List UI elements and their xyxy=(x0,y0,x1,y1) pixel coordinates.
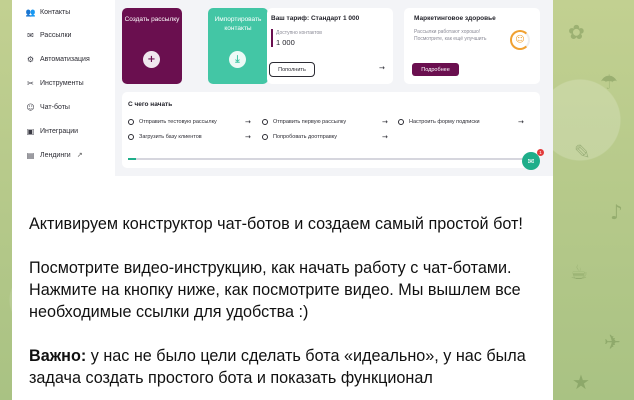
step-upload-base[interactable]: Загрузить базу клиентов xyxy=(128,134,202,140)
sidebar-item-label: Рассылки xyxy=(40,31,72,39)
step-dot-icon xyxy=(128,119,134,125)
step-label: Настроить форму подписки xyxy=(409,119,480,125)
sidebar-item-landings[interactable]: ▤ Лендинги ↗ xyxy=(26,148,83,162)
health-gauge-icon: ☺ xyxy=(510,30,530,50)
sidebar-item-integrations[interactable]: ▣ Интеграции xyxy=(26,124,78,138)
doodle-icon: ☂ xyxy=(600,70,618,94)
step-resend[interactable]: Попробовать доотправку xyxy=(262,134,337,140)
contacts-icon: 👥 xyxy=(25,7,36,17)
sidebar-item-contacts[interactable]: 👥 Контакты xyxy=(25,5,71,19)
sidebar-item-label: Лендинги xyxy=(40,151,71,159)
doodle-icon: ☕ xyxy=(570,260,588,284)
step-label: Отправить тестовую рассылку xyxy=(139,119,217,125)
doodle-icon: ✿ xyxy=(568,20,585,44)
step-dot-icon xyxy=(262,119,268,125)
tariff-accent-bar xyxy=(271,29,273,47)
tariff-available-value: 1 000 xyxy=(276,38,295,47)
topup-button[interactable]: Пополнить xyxy=(269,62,315,77)
message-paragraph: Активируем конструктор чат-ботов и созда… xyxy=(29,215,523,233)
arrow-right-icon[interactable]: → xyxy=(518,118,524,126)
sidebar-item-label: Инструменты xyxy=(40,79,84,87)
mail-icon: ✉ xyxy=(27,30,34,40)
plus-icon: + xyxy=(143,51,160,68)
arrow-right-icon[interactable]: → xyxy=(382,133,388,141)
sidebar-item-automation[interactable]: ⚙ Автоматизация xyxy=(26,52,90,66)
tile-label: Создать рассылку xyxy=(124,16,180,23)
progress-fill xyxy=(128,158,136,160)
step-dot-icon xyxy=(262,134,268,140)
important-text: у нас не было цели сделать бота «идеальн… xyxy=(29,347,526,387)
step-label: Загрузить базу клиентов xyxy=(139,134,202,140)
embedded-screenshot[interactable]: 👥 Контакты ✉ Рассылки ⚙ Автоматизация ✂ … xyxy=(12,0,553,176)
sidebar-item-label: Контакты xyxy=(40,8,71,16)
doodle-icon: ✈ xyxy=(604,330,621,354)
sidebar-item-label: Чат-боты xyxy=(40,103,70,111)
automation-icon: ⚙ xyxy=(26,54,35,64)
health-text: Рассылки работают хорошо! Посмотрите, ка… xyxy=(414,29,487,42)
details-button[interactable]: Подробнее xyxy=(412,63,459,76)
message-paragraph: Посмотрите видео-инструкцию, как начать … xyxy=(29,259,521,321)
download-icon: ⤓ xyxy=(229,51,246,68)
health-title: Маркетинговое здоровье xyxy=(414,15,496,22)
step-dot-icon xyxy=(398,119,404,125)
arrow-right-icon[interactable]: → xyxy=(245,118,251,126)
step-first-mailing[interactable]: Отправить первую рассылку xyxy=(262,119,346,125)
notification-badge: 1 xyxy=(537,149,544,156)
chatbot-icon: ☺ xyxy=(26,102,35,112)
marketing-health-card: Маркетинговое здоровье Рассылки работают… xyxy=(404,8,540,84)
sidebar-item-tools[interactable]: ✂ Инструменты xyxy=(26,76,84,90)
getting-started-title: С чего начать xyxy=(128,101,173,108)
tariff-title: Ваш тариф: Стандарт 1 000 xyxy=(271,15,360,22)
step-label: Отправить первую рассылку xyxy=(273,119,347,125)
message-bubble: 👥 Контакты ✉ Рассылки ⚙ Автоматизация ✂ … xyxy=(12,0,553,400)
sidebar-item-chatbots[interactable]: ☺ Чат-боты xyxy=(26,100,70,114)
important-label: Важно: xyxy=(29,347,87,365)
sidebar-item-label: Интеграции xyxy=(40,127,79,135)
import-contacts-tile[interactable]: Импортировать контакты ⤓ xyxy=(208,8,268,84)
external-link-icon: ↗ xyxy=(76,151,83,159)
arrow-right-icon[interactable]: → xyxy=(382,118,388,126)
message-text: Активируем конструктор чат-ботов и созда… xyxy=(29,213,544,400)
arrow-right-icon[interactable]: → xyxy=(245,133,251,141)
arrow-right-icon[interactable]: → xyxy=(379,64,385,72)
sidebar: 👥 Контакты ✉ Рассылки ⚙ Автоматизация ✂ … xyxy=(12,0,115,176)
message-paragraph: Важно: у нас не было цели сделать бота «… xyxy=(29,345,544,389)
step-label: Попробовать доотправку xyxy=(273,134,337,140)
step-dot-icon xyxy=(128,134,134,140)
integrations-icon: ▣ xyxy=(26,126,35,136)
sidebar-item-mailings[interactable]: ✉ Рассылки xyxy=(26,28,71,42)
step-test-mailing[interactable]: Отправить тестовую рассылку xyxy=(128,119,217,125)
tariff-available-label: Доступно контактов xyxy=(276,30,322,36)
getting-started-card: С чего начать Отправить тестовую рассылк… xyxy=(122,92,540,168)
tile-label: Импортировать контакты xyxy=(214,16,262,32)
create-mailing-tile[interactable]: Создать рассылку + xyxy=(122,8,182,84)
doodle-icon: ♪ xyxy=(610,200,623,224)
sidebar-item-label: Автоматизация xyxy=(40,55,90,63)
landing-icon: ▤ xyxy=(26,150,35,160)
doodle-icon: ★ xyxy=(572,370,590,394)
chat-icon: ✉ xyxy=(527,156,535,166)
progress-track xyxy=(128,158,528,160)
tariff-card: Ваш тариф: Стандарт 1 000 Доступно конта… xyxy=(267,8,393,84)
step-subscribe-form[interactable]: Настроить форму подписки xyxy=(398,119,480,125)
tools-icon: ✂ xyxy=(27,78,34,88)
doodle-icon: ✎ xyxy=(574,140,591,164)
